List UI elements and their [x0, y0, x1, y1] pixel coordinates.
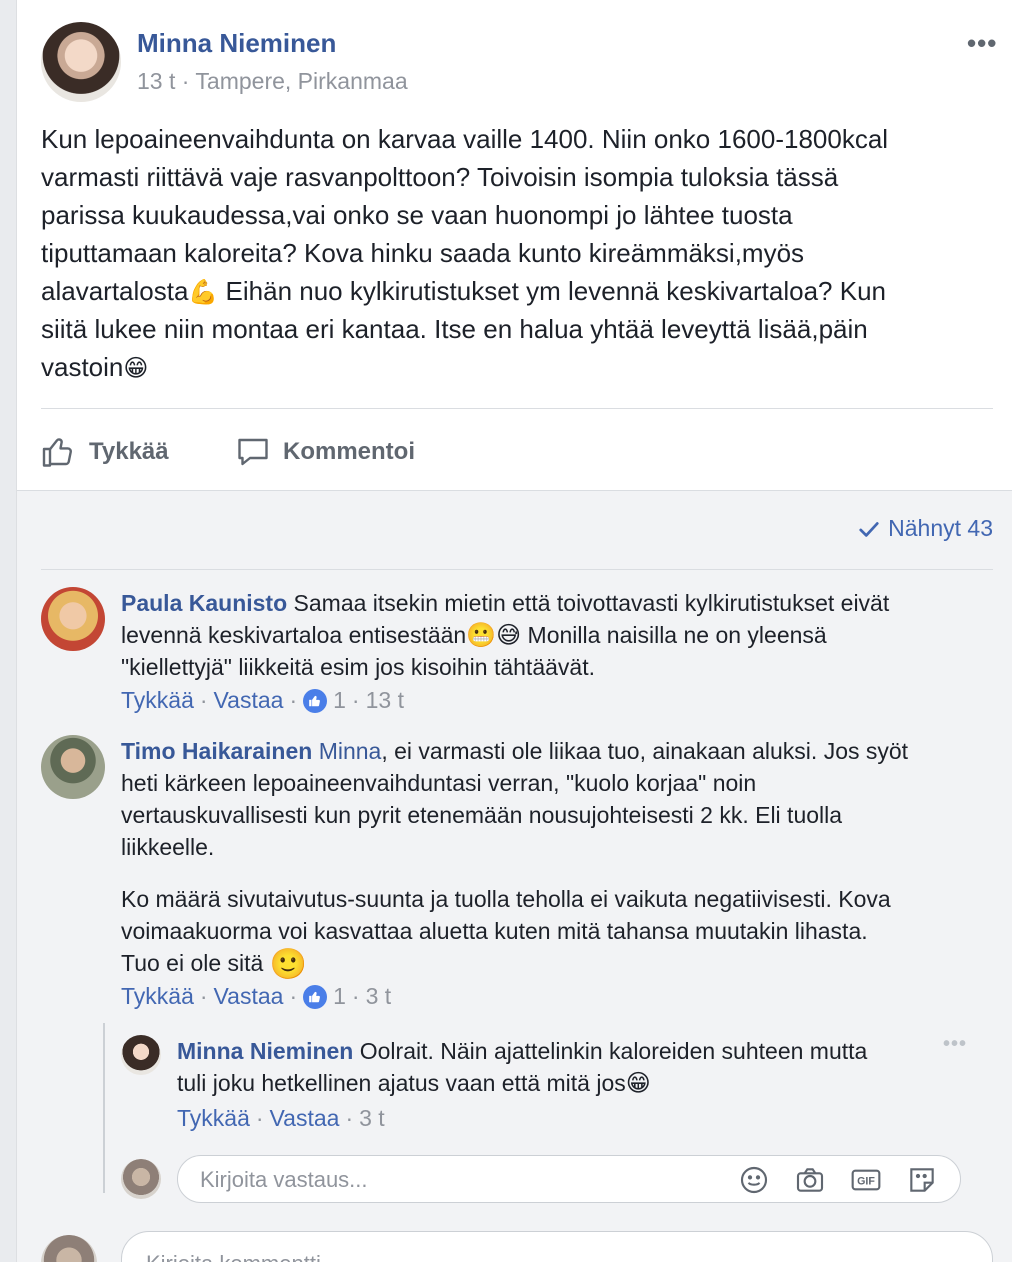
post-card: Minna Nieminen 13 t · Tampere, Pirkanmaa…: [16, 0, 1012, 1262]
like-label: Tykkää: [89, 438, 169, 465]
like-reaction-icon[interactable]: [303, 688, 328, 713]
reply-reply-link[interactable]: Vastaa: [270, 1105, 340, 1132]
post-time[interactable]: 13 t: [137, 68, 175, 94]
post-line: tiputtamaan kaloreita? Kova hinku saada …: [41, 238, 805, 268]
reply-author[interactable]: Minna Nieminen: [177, 1038, 353, 1064]
reply-like-link[interactable]: Tykkää: [177, 1105, 250, 1132]
comment-like-link[interactable]: Tykkää: [121, 687, 194, 714]
smiley-icon[interactable]: [738, 1164, 770, 1196]
like-button[interactable]: Tykkää: [41, 430, 169, 474]
post-line: varmasti riittävä vaje rasvanpolttoon? T…: [41, 162, 839, 192]
seen-label: Nähnyt 43: [888, 515, 993, 541]
flexed-biceps-emoji: 💪: [188, 279, 219, 306]
comments-section: Nähnyt 43 Paula Kaunisto Samaa itsekin m…: [17, 490, 1012, 1262]
svg-text:GIF: GIF: [857, 1176, 875, 1188]
grinning-emoji: 😁: [625, 1070, 651, 1097]
reply-time[interactable]: 3 t: [359, 1105, 385, 1132]
post-line: vastoin😁: [41, 352, 149, 382]
sweat-smile-emoji: 😅: [496, 622, 522, 649]
reply-input-box[interactable]: GIF: [177, 1155, 961, 1203]
sticker-icon[interactable]: [906, 1164, 938, 1196]
thumbs-up-icon: [42, 438, 72, 467]
post-meta: 13 t · Tampere, Pirkanmaa: [137, 68, 408, 95]
reply-actions: Tykkää · Vastaa · 3 t: [177, 1105, 385, 1132]
comment-time[interactable]: 3 t: [366, 983, 392, 1010]
comment-input-box[interactable]: [121, 1231, 993, 1262]
comment: Timo Haikarainen Minna, ei varmasti ole …: [121, 738, 909, 981]
comment-reply-link[interactable]: Vastaa: [214, 983, 284, 1010]
camera-icon[interactable]: [794, 1164, 826, 1196]
comment-author[interactable]: Paula Kaunisto: [121, 590, 287, 616]
more-options-icon[interactable]: •••: [967, 28, 997, 59]
comments-divider: [41, 569, 993, 570]
comment: Paula Kaunisto Samaa itsekin mietin että…: [121, 590, 890, 680]
post-divider: [41, 408, 993, 409]
comment-input[interactable]: [144, 1248, 648, 1262]
like-reaction-icon[interactable]: [303, 984, 328, 1009]
like-count[interactable]: 1: [333, 687, 346, 714]
reply-thread-line: [103, 1023, 105, 1193]
comment-actions: Tykkää · Vastaa · 1 · 13 t: [121, 687, 404, 714]
reply-comment: Minna Nieminen Oolrait. Näin ajattelinki…: [177, 1038, 868, 1097]
mention-link[interactable]: Minna: [319, 738, 382, 764]
meta-separator: ·: [181, 68, 190, 94]
comment-label: Kommentoi: [283, 438, 415, 465]
comment-author[interactable]: Timo Haikarainen: [121, 738, 312, 764]
comment-button[interactable]: Kommentoi: [235, 430, 415, 474]
commenter-avatar[interactable]: [41, 587, 105, 651]
post-location[interactable]: Tampere, Pirkanmaa: [195, 68, 407, 94]
post-author[interactable]: Minna Nieminen: [137, 28, 336, 59]
comment-like-link[interactable]: Tykkää: [121, 983, 194, 1010]
post-line: alavartalosta💪 Eihän nuo kylkirutistukse…: [41, 276, 886, 306]
gif-icon[interactable]: GIF: [850, 1164, 882, 1196]
current-user-avatar: [121, 1159, 161, 1199]
comment-reply-link[interactable]: Vastaa: [214, 687, 284, 714]
author-avatar[interactable]: [41, 22, 121, 102]
seen-indicator[interactable]: Nähnyt 43: [858, 515, 993, 542]
post-line: siitä lukee niin montaa eri kantaa. Itse…: [41, 314, 868, 344]
post-line: parissa kuukaudessa,vai onko se vaan huo…: [41, 200, 793, 230]
comment-time[interactable]: 13 t: [366, 687, 404, 714]
speech-bubble-icon: [238, 438, 268, 466]
post-body: Kun lepoaineenvaihdunta on karvaa vaille…: [41, 120, 1001, 386]
comment-actions: Tykkää · Vastaa · 1 · 3 t: [121, 983, 392, 1010]
current-user-avatar: [41, 1235, 97, 1262]
grimacing-emoji: 😬: [466, 622, 497, 649]
slight-smile-emoji: 🙂: [269, 948, 308, 981]
commenter-avatar[interactable]: [41, 735, 105, 799]
like-count[interactable]: 1: [333, 983, 346, 1010]
reply-avatar[interactable]: [121, 1035, 161, 1075]
post-line: Kun lepoaineenvaihdunta on karvaa vaille…: [41, 124, 889, 154]
checkmark-icon: [859, 521, 879, 537]
reply-options-icon[interactable]: •••: [943, 1033, 967, 1056]
reply-input[interactable]: [198, 1164, 722, 1196]
grinning-emoji: 😁: [123, 355, 149, 382]
